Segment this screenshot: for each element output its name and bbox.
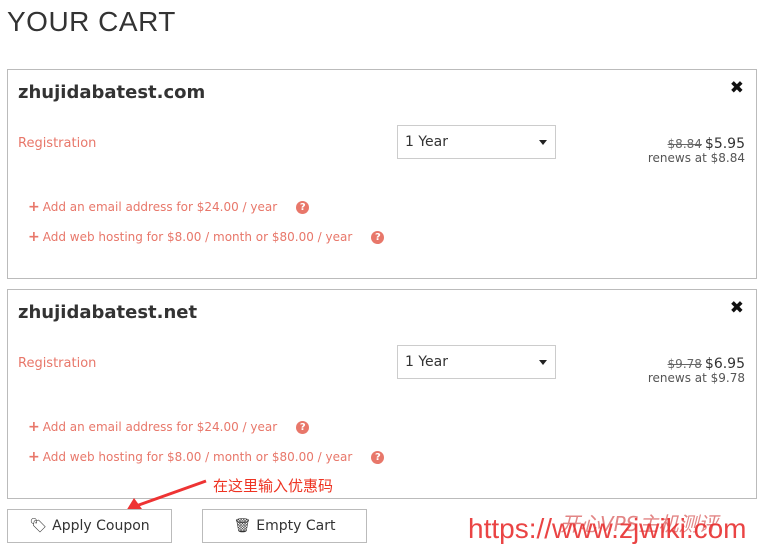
old-price: $9.78 <box>667 357 702 371</box>
help-icon[interactable]: ? <box>371 451 385 464</box>
remove-item-close-icon[interactable]: ✖ <box>730 298 744 318</box>
plus-icon: + <box>28 449 40 465</box>
page-title: YOUR CART <box>7 6 176 37</box>
item-type: Registration <box>18 356 97 371</box>
annotation-text: 在这里输入优惠码 <box>213 477 334 495</box>
addon-email-link[interactable]: + Add an email address for $24.00 / year … <box>28 419 310 435</box>
period-select[interactable]: 1 Year <box>397 345 556 379</box>
help-icon[interactable]: ? <box>296 421 310 434</box>
caret-down-icon <box>539 140 547 145</box>
addon-label: Add web hosting for $8.00 / month or $80… <box>42 450 353 464</box>
tag-icon: 🏷 <box>29 518 48 534</box>
cart-item: zhujidabatest.com ✖ Registration 1 Year … <box>7 69 757 279</box>
item-type: Registration <box>18 136 97 151</box>
addon-label: Add web hosting for $8.00 / month or $80… <box>42 230 353 244</box>
domain-name: zhujidabatest.com <box>18 82 206 103</box>
renew-price: renews at $9.78 <box>647 371 745 385</box>
addon-hosting-link[interactable]: + Add web hosting for $8.00 / month or $8… <box>28 229 385 245</box>
price: $9.78 $6.95 renews at $9.78 <box>648 356 745 384</box>
period-value: 1 Year <box>405 354 448 370</box>
apply-coupon-button[interactable]: 🏷 Apply Coupon <box>7 509 172 543</box>
renew-price: renews at $8.84 <box>647 151 745 165</box>
period-value: 1 Year <box>405 134 448 150</box>
current-price: $5.95 <box>704 136 745 152</box>
help-icon[interactable]: ? <box>296 201 310 214</box>
domain-name: zhujidabatest.net <box>18 302 198 323</box>
plus-icon: + <box>28 419 40 435</box>
old-price: $8.84 <box>667 137 702 151</box>
current-price: $6.95 <box>704 356 745 372</box>
help-icon[interactable]: ? <box>371 231 385 244</box>
addon-hosting-link[interactable]: + Add web hosting for $8.00 / month or $8… <box>28 449 385 465</box>
remove-item-close-icon[interactable]: ✖ <box>730 78 744 98</box>
trash-icon: 🗑 <box>233 518 252 534</box>
empty-cart-label: Empty Cart <box>256 518 336 534</box>
apply-coupon-label: Apply Coupon <box>52 518 150 534</box>
watermark-url: https://www.zjwiki.com <box>468 513 747 544</box>
plus-icon: + <box>28 229 40 245</box>
addon-label: Add an email address for $24.00 / year <box>42 420 278 434</box>
cart-item: zhujidabatest.net ✖ Registration 1 Year … <box>7 289 757 499</box>
addon-email-link[interactable]: + Add an email address for $24.00 / year … <box>28 199 310 215</box>
empty-cart-button[interactable]: 🗑 Empty Cart <box>202 509 367 543</box>
price: $8.84 $5.95 renews at $8.84 <box>648 136 745 164</box>
plus-icon: + <box>28 199 40 215</box>
period-select[interactable]: 1 Year <box>397 125 556 159</box>
addon-label: Add an email address for $24.00 / year <box>42 200 278 214</box>
caret-down-icon <box>539 360 547 365</box>
